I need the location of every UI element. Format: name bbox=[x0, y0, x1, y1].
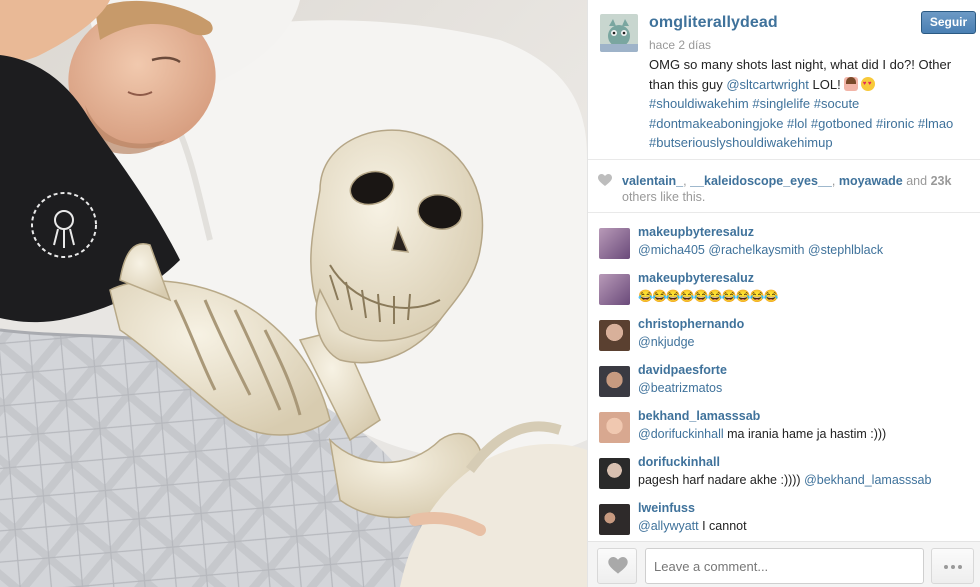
post-caption: OMG so many shots last night, what did I… bbox=[649, 55, 974, 153]
comment-mentions[interactable]: @beatrizmatos bbox=[638, 381, 722, 395]
post-details-panel: omgliterallydead hace 2 días Seguir OMG … bbox=[587, 0, 980, 587]
comment-body: pagesh harf nadare akhe :)))) bbox=[638, 473, 801, 487]
likes-suffix: others like this. bbox=[622, 190, 706, 204]
comment-username[interactable]: bekhand_lamasssab bbox=[638, 409, 760, 423]
author-avatar[interactable] bbox=[600, 14, 638, 52]
comment-avatar[interactable] bbox=[599, 320, 630, 351]
post-photo[interactable] bbox=[0, 0, 587, 587]
post-timestamp[interactable]: hace 2 días bbox=[649, 38, 711, 52]
caption-mention[interactable]: @sltcartwright bbox=[726, 77, 809, 92]
comment-username[interactable]: makeupbyteresaluz bbox=[638, 271, 754, 285]
comment-avatar[interactable] bbox=[599, 412, 630, 443]
comment-text: @allywyatt I cannot bbox=[638, 519, 747, 533]
comment-text: @beatrizmatos bbox=[638, 381, 722, 395]
likes-section: valentain_, __kaleidoscope_eyes__, moyaw… bbox=[588, 161, 980, 213]
comment-username[interactable]: makeupbyteresaluz bbox=[638, 225, 754, 239]
comment-avatar[interactable] bbox=[599, 228, 630, 259]
like-button[interactable] bbox=[597, 548, 637, 584]
comment-mentions[interactable]: @bekhand_lamasssab bbox=[804, 473, 931, 487]
comments-list[interactable]: makeupbyteresaluz @micha405 @rachelkaysm… bbox=[588, 214, 980, 540]
comment-item: lweinfuss @allywyatt I cannot bbox=[588, 490, 980, 536]
comment-mentions[interactable]: @allywyatt bbox=[638, 519, 699, 533]
comment-item: makeupbyteresaluz @micha405 @rachelkaysm… bbox=[588, 214, 980, 260]
comment-text: @nkjudge bbox=[638, 335, 694, 349]
comment-mentions[interactable]: @micha405 @rachelkaysmith @stephlblack bbox=[638, 243, 883, 257]
comment-username[interactable]: davidpaesforte bbox=[638, 363, 727, 377]
comment-text: pagesh harf nadare akhe :)))) @bekhand_l… bbox=[638, 473, 931, 487]
comment-item: makeupbyteresaluz 😂😂😂😂😂😂😂😂😂😂 bbox=[588, 260, 980, 306]
like-user-3[interactable]: moyawade bbox=[839, 174, 903, 188]
comment-mentions[interactable]: @dorifuckinhall bbox=[638, 427, 724, 441]
caption-after-text: LOL! bbox=[812, 76, 841, 92]
heart-icon bbox=[608, 557, 628, 574]
follow-button[interactable]: Seguir bbox=[921, 11, 976, 34]
comment-username[interactable]: christophernando bbox=[638, 317, 744, 331]
comment-username[interactable]: dorifuckinhall bbox=[638, 455, 720, 469]
comment-item: davidpaesforte @beatrizmatos bbox=[588, 352, 980, 398]
comment-input[interactable] bbox=[645, 548, 924, 584]
like-user-2[interactable]: __kaleidoscope_eyes__ bbox=[690, 174, 832, 188]
likes-count[interactable]: 23k bbox=[931, 174, 952, 188]
comment-text: @dorifuckinhall ma irania hame ja hastim… bbox=[638, 427, 886, 441]
comment-item: dorifuckinhall pagesh harf nadare akhe :… bbox=[588, 444, 980, 490]
emoji-woman-icon bbox=[843, 76, 858, 91]
like-user-1[interactable]: valentain_ bbox=[622, 174, 683, 188]
comment-item: christophernando @nkjudge bbox=[588, 306, 980, 352]
comment-mentions[interactable]: @nkjudge bbox=[638, 335, 694, 349]
likes-text: valentain_, __kaleidoscope_eyes__, moyaw… bbox=[622, 174, 952, 204]
comment-avatar[interactable] bbox=[599, 458, 630, 489]
comment-username[interactable]: lweinfuss bbox=[638, 501, 695, 515]
comment-body: I cannot bbox=[702, 519, 747, 533]
caption-hashtags[interactable]: #shouldiwakehim #singlelife #socute #don… bbox=[649, 96, 953, 150]
comment-body: ma irania hame ja hastim :))) bbox=[727, 427, 887, 441]
comment-avatar[interactable] bbox=[599, 366, 630, 397]
emoji-heart-eyes-icon: ♥ ♥ bbox=[860, 76, 875, 91]
author-username[interactable]: omgliterallydead bbox=[649, 14, 778, 32]
comment-text: 😂😂😂😂😂😂😂😂😂😂 bbox=[638, 289, 778, 303]
heart-icon bbox=[598, 174, 612, 186]
likes-and: and bbox=[906, 174, 928, 188]
more-dots-icon bbox=[942, 556, 963, 573]
comment-footer bbox=[588, 541, 980, 587]
comment-item: bekhand_lamasssab @dorifuckinhall ma ira… bbox=[588, 398, 980, 444]
post-header: omgliterallydead hace 2 días Seguir OMG … bbox=[588, 0, 980, 160]
comment-avatar[interactable] bbox=[599, 274, 630, 305]
post-photo-image bbox=[0, 0, 587, 587]
comment-avatar[interactable] bbox=[599, 504, 630, 535]
more-options-button[interactable] bbox=[931, 548, 974, 584]
comment-text: @micha405 @rachelkaysmith @stephlblack bbox=[638, 243, 883, 257]
